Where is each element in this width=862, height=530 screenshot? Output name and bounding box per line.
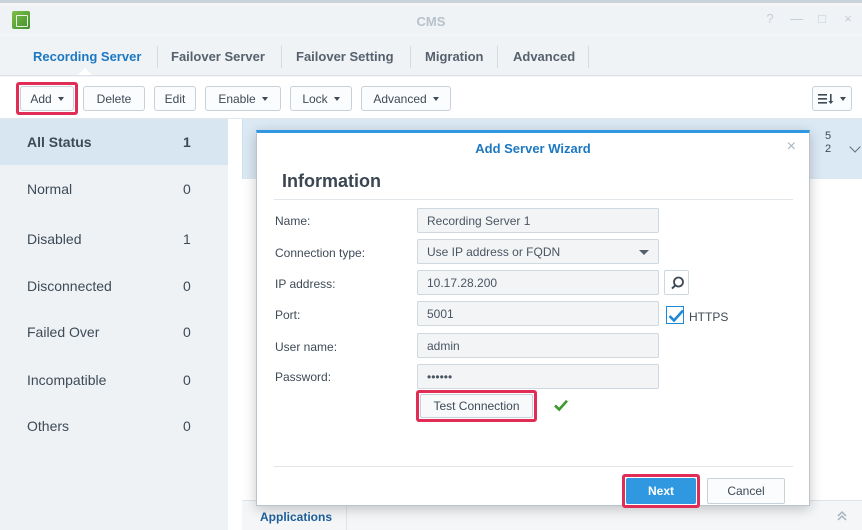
status-sidebar: All Status 1 Normal 0 Disabled 1 Disconn… [0,119,228,530]
server-card-counts: 5 2 [825,130,831,156]
sidebar-item-failed-over[interactable]: Failed Over 0 [0,309,228,355]
sidebar-item-count: 1 [183,134,191,150]
name-field[interactable]: Recording Server 1 [417,208,659,233]
main-tabs: Recording Server Failover Server Failove… [0,36,862,76]
server-card-count: 5 [825,130,832,142]
sidebar-item-label: All Status [27,134,92,150]
sidebar-item-label: Incompatible [27,372,107,388]
tab-recording-server[interactable]: Recording Server [33,49,141,64]
search-icon [671,276,684,290]
list-sort-icon [818,93,834,104]
sidebar-item-label: Failed Over [27,324,100,340]
dialog-close-icon[interactable]: × [787,138,796,156]
dialog-heading: Information [282,171,381,191]
test-connection-highlight [416,390,537,422]
advanced-button[interactable]: Advanced [361,86,451,111]
minimize-icon[interactable]: — [790,11,803,26]
connection-type-label: Connection type: [275,246,366,260]
https-checkbox[interactable] [666,306,684,324]
divider [274,199,793,200]
window-title: CMS [416,14,446,29]
tab-divider [157,46,158,68]
chevron-down-icon [840,96,846,101]
tab-advanced[interactable]: Advanced [513,49,575,64]
maximize-icon[interactable]: □ [816,11,828,26]
cms-window: CMS ? — □ × Recording Server Failover Se… [0,0,862,530]
checkmark-icon [668,309,684,323]
sidebar-item-count: 0 [183,372,191,388]
sidebar-item-all-status[interactable]: All Status 1 [0,119,228,165]
https-label: HTTPS [689,310,729,324]
lock-button-label: Lock [302,91,328,106]
divider [274,466,793,467]
add-button-highlight [16,82,78,115]
tab-divider [588,46,589,68]
sidebar-item-others[interactable]: Others 0 [0,403,228,449]
help-icon[interactable]: ? [764,11,776,26]
title-bar: CMS ? — □ × [0,6,862,34]
success-check-icon [554,399,568,412]
advanced-button-label: Advanced [373,91,427,106]
sidebar-item-normal[interactable]: Normal 0 [0,166,228,212]
connection-type-select[interactable]: Use IP address or FQDN [417,239,659,264]
active-tab-indicator [78,68,92,75]
ip-address-field[interactable]: 10.17.28.200 [417,270,659,295]
sidebar-item-disconnected[interactable]: Disconnected 0 [0,263,228,309]
tab-divider [497,46,498,68]
lock-button[interactable]: Lock [290,86,352,111]
sidebar-item-count: 0 [183,418,191,434]
password-label: Password: [275,370,332,384]
tab-divider [410,46,411,68]
close-icon[interactable]: × [842,11,854,26]
name-label: Name: [275,214,311,228]
chevron-down-icon [333,96,340,101]
window-controls: ? — □ × [764,11,854,26]
sidebar-item-count: 0 [183,324,191,340]
tab-migration[interactable]: Migration [425,49,484,64]
next-button-highlight [622,474,700,508]
tab-failover-setting[interactable]: Failover Setting [296,49,394,64]
toolbar: Add Delete Edit Enable Lock Advanced [0,77,862,119]
delete-button[interactable]: Delete [83,86,145,111]
double-chevron-up-icon[interactable] [835,509,849,523]
sidebar-item-count: 0 [183,278,191,294]
edit-button[interactable]: Edit [154,86,196,111]
sidebar-item-disabled[interactable]: Disabled 1 [0,216,228,262]
dropdown-arrow-icon [639,250,649,255]
user-name-field[interactable]: admin [417,333,659,358]
chevron-down-icon [261,96,268,101]
sidebar-item-label: Normal [27,181,73,197]
sidebar-item-incompatible[interactable]: Incompatible 0 [0,357,228,403]
connection-type-value: Use IP address or FQDN [427,245,561,259]
user-name-label: User name: [275,340,338,354]
view-options-button[interactable] [812,86,852,111]
port-field[interactable]: 5001 [417,301,659,326]
server-card-count: 2 [825,143,832,155]
sidebar-item-count: 0 [183,181,191,197]
tab-failover-server[interactable]: Failover Server [171,49,265,64]
tab-divider [281,46,282,68]
port-label: Port: [275,308,301,322]
tab-applications[interactable]: Applications [260,510,332,524]
chevron-down-icon[interactable] [849,141,861,153]
chevron-down-icon [432,96,439,101]
sidebar-item-count: 1 [183,231,191,247]
dialog-title: Add Server Wizard [475,141,591,156]
ip-address-label: IP address: [275,277,336,291]
cancel-button[interactable]: Cancel [707,478,785,504]
ip-search-button[interactable] [664,270,689,295]
password-field[interactable]: •••••• [417,364,659,389]
add-server-wizard-dialog: Add Server Wizard × Information Name: Re… [256,130,810,508]
enable-button[interactable]: Enable [205,86,281,111]
sidebar-item-label: Disconnected [27,278,112,294]
sidebar-item-label: Disabled [27,231,82,247]
enable-button-label: Enable [218,91,256,106]
sidebar-item-label: Others [27,418,70,434]
